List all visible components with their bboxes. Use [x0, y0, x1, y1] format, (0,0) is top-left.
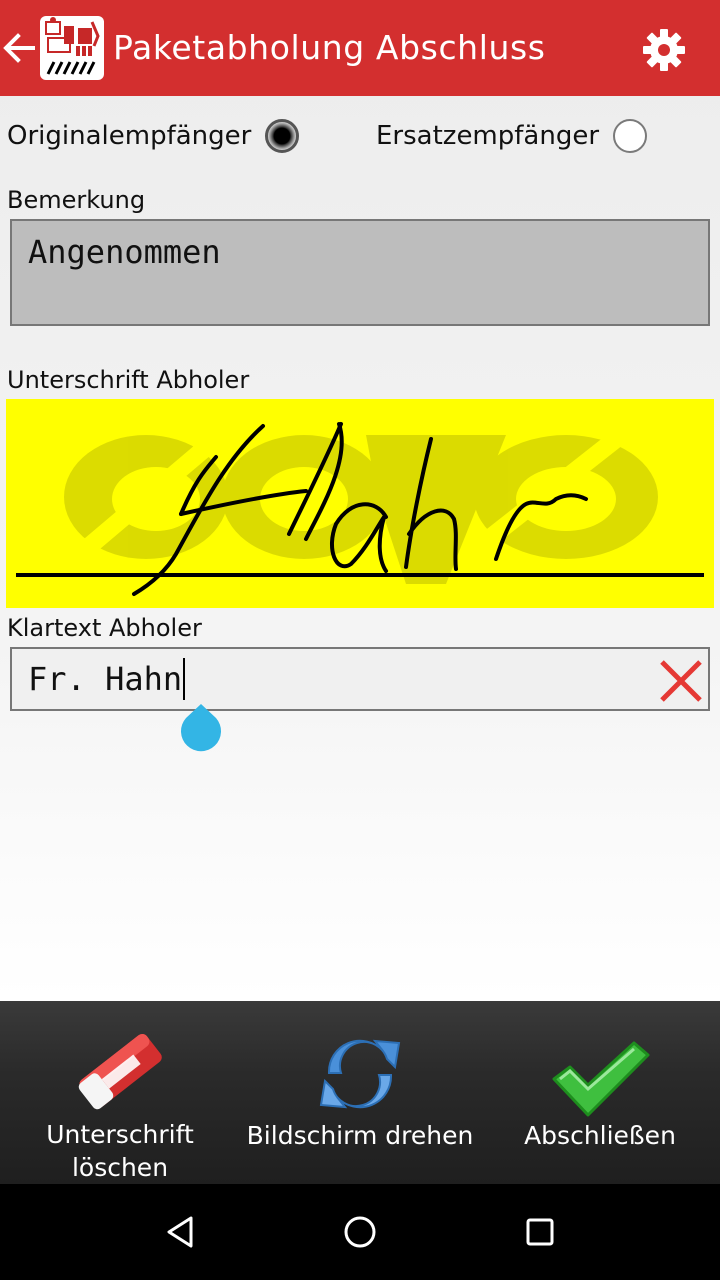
arrow-left-icon: [3, 33, 35, 63]
signature-label: Unterschrift Abholer: [7, 366, 250, 394]
rotate-icon: [319, 1039, 401, 1109]
radio-button-original[interactable]: [265, 119, 300, 153]
clear-text-button[interactable]: [656, 656, 706, 706]
recents-square-icon: [526, 1218, 554, 1246]
home-circle-icon: [344, 1216, 376, 1248]
remark-field[interactable]: Angenommen: [10, 219, 710, 326]
remark-label: Bemerkung: [7, 186, 146, 214]
radio-button-substitute[interactable]: [613, 119, 648, 153]
bottom-toolbar: Unterschrift löschen Bildschirm drehen A…: [0, 1001, 720, 1184]
settings-button[interactable]: [636, 22, 692, 78]
clear-signature-label-2: löschen: [71, 1153, 169, 1182]
checkmark-icon: [552, 1041, 650, 1117]
back-triangle-icon: [167, 1216, 193, 1248]
signature-pad[interactable]: [6, 399, 714, 608]
signature-canvas: [16, 422, 704, 596]
nav-back-button[interactable]: [156, 1208, 204, 1256]
radio-label-substitute: Ersatzempfänger: [376, 121, 600, 151]
rotate-screen-label: Bildschirm drehen: [246, 1121, 474, 1150]
radio-substitute-recipient[interactable]: Ersatzempfänger: [376, 114, 648, 158]
radio-label-original: Originalempfänger: [7, 121, 252, 151]
clear-text-label: Klartext Abholer: [7, 614, 202, 642]
rotate-screen-button[interactable]: Bildschirm drehen: [240, 1001, 480, 1184]
back-button[interactable]: [0, 24, 38, 72]
eraser-icon: [78, 1033, 162, 1110]
radio-original-recipient[interactable]: Originalempfänger: [7, 114, 300, 158]
clear-text-input[interactable]: Fr. Hahn: [10, 647, 710, 711]
app-bar: Paketabholung Abschluss: [0, 0, 720, 96]
nav-home-button[interactable]: [336, 1208, 384, 1256]
nav-recents-button[interactable]: [516, 1208, 564, 1256]
close-icon: [660, 660, 702, 702]
text-selection-handle[interactable]: [180, 704, 222, 752]
clear-signature-button[interactable]: Unterschrift löschen: [0, 1001, 240, 1184]
finish-button[interactable]: Abschließen: [480, 1001, 720, 1184]
clear-text-value: Fr. Hahn: [28, 660, 183, 698]
app-logo: [40, 16, 104, 80]
system-navigation-bar: [0, 1184, 720, 1280]
page-title: Paketabholung Abschluss: [113, 28, 546, 67]
clear-signature-label-1: Unterschrift: [46, 1120, 194, 1149]
finish-label: Abschließen: [524, 1121, 676, 1150]
text-cursor: [183, 658, 186, 700]
gear-icon: [643, 29, 685, 71]
